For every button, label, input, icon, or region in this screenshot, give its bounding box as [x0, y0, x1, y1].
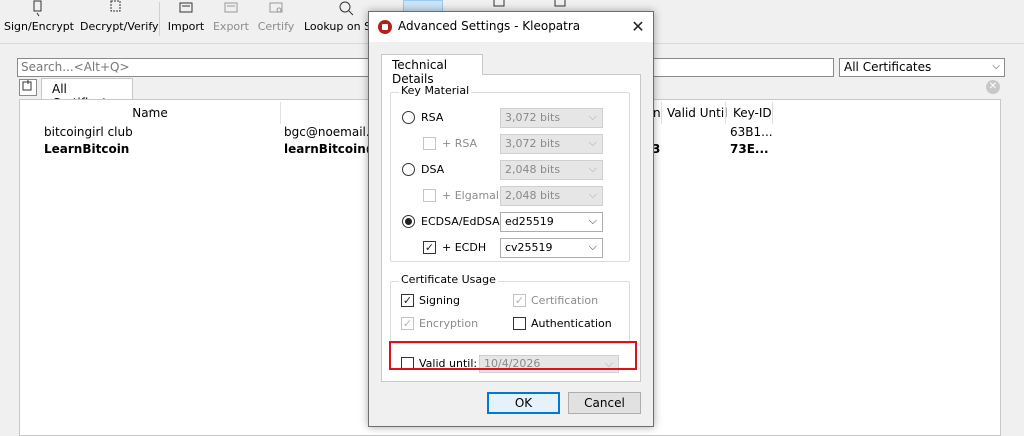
signing-checkbox[interactable]: ✓ [401, 294, 414, 307]
new-tab-icon [22, 80, 32, 91]
encryption-checkbox[interactable]: ✓ [401, 317, 414, 330]
dsa-label: DSA [421, 163, 445, 176]
certify-label: Certify [257, 20, 295, 33]
column-separator [772, 102, 773, 124]
plus-elgamal-checkbox[interactable] [423, 189, 436, 202]
dsa-radio[interactable] [402, 163, 415, 176]
dialog-titlebar: Advanced Settings - Kleopatra ✕ [369, 12, 653, 42]
chevron-down-icon: ⌵ [588, 240, 597, 253]
chevron-down-icon: ⌵ [588, 162, 597, 175]
plus-rsa-label: + RSA [442, 137, 478, 150]
rsa-bits-value: 3,072 bits [505, 111, 561, 124]
decrypt-verify-label: Decrypt/Verify [80, 20, 159, 33]
column-header-valid-from[interactable]: n [653, 102, 661, 124]
plus-rsa-bits-select[interactable]: 3,072 bits ⌵ [500, 134, 603, 154]
close-icon[interactable]: ✕ [627, 16, 649, 38]
authentication-checkbox[interactable] [513, 317, 526, 330]
elgamal-bits-value: 2,048 bits [505, 189, 561, 202]
column-header-name[interactable]: ︿ Name [20, 102, 280, 124]
dsa-bits-select[interactable]: 2,048 bits ⌵ [500, 160, 603, 180]
authentication-label: Authentication [531, 317, 612, 330]
sign-encrypt-label: Sign/Encrypt [4, 20, 74, 33]
technical-details-pane: Key Material RSA 3,072 bits ⌵ + RSA 3,07… [381, 74, 641, 382]
export-label: Export [212, 20, 249, 33]
certificate-usage-group: Certificate Usage ✓ Signing ✓ Certificat… [390, 273, 630, 344]
lookup-on-server-button[interactable]: Lookup on Se [304, 0, 370, 40]
sign-encrypt-icon [33, 0, 42, 17]
chevron-down-icon: ⌵ [992, 61, 1000, 72]
ecdsa-eddsa-radio[interactable] [402, 215, 415, 228]
tab-technical-details[interactable]: Technical Details [381, 54, 483, 86]
certification-label: Certification [531, 294, 599, 307]
row-1-key-id[interactable]: 63B1... [730, 125, 773, 139]
certify-icon [269, 2, 283, 13]
rsa-label: RSA [421, 111, 444, 124]
row-2-key-id[interactable]: 73E... [730, 142, 769, 156]
valid-until-highlight-box [389, 341, 637, 370]
cancel-button[interactable]: Cancel [568, 392, 641, 414]
row-2-email[interactable]: learnBitcoin@d [284, 142, 374, 156]
chevron-down-icon: ⌵ [588, 214, 597, 227]
ecdsa-eddsa-label: ECDSA/EdDSA [421, 215, 500, 228]
dsa-bits-value: 2,048 bits [505, 163, 561, 176]
column-separator [725, 102, 726, 124]
sign-encrypt-button[interactable]: Sign/Encrypt [4, 0, 74, 40]
chevron-down-icon: ⌵ [588, 188, 597, 201]
rsa-bits-select[interactable]: 3,072 bits ⌵ [500, 108, 603, 128]
rsa-radio[interactable] [402, 111, 415, 124]
column-header-valid-until[interactable]: Valid Until [667, 102, 728, 124]
row-1-email[interactable]: bgc@noemail.co [284, 125, 374, 139]
import-label: Import [167, 20, 205, 33]
certificate-filter-select[interactable]: All Certificates ⌵ [839, 58, 1005, 77]
close-tab-icon[interactable]: ✕ [986, 80, 1000, 94]
column-separator [280, 102, 281, 124]
decrypt-verify-icon [110, 0, 121, 12]
chevron-down-icon: ⌵ [588, 110, 597, 123]
certificate-usage-title: Certificate Usage [399, 273, 498, 286]
import-icon [179, 2, 193, 13]
ok-button[interactable]: OK [487, 392, 560, 414]
plus-rsa-checkbox[interactable] [423, 137, 436, 150]
new-tab-button[interactable] [19, 79, 37, 96]
import-button[interactable]: Import [166, 0, 206, 40]
search-icon [339, 1, 354, 16]
ecdh-curve-select[interactable]: cv25519 ⌵ [500, 238, 603, 258]
dialog-title: Advanced Settings - Kleopatra [398, 19, 581, 33]
plus-ecdh-checkbox[interactable]: ✓ [423, 241, 436, 254]
column-separator [661, 102, 662, 124]
row-1-name[interactable]: bitcoingirl club [44, 125, 133, 139]
sort-ascending-icon: ︿ [148, 104, 156, 113]
certify-button[interactable]: Certify [256, 0, 296, 40]
plus-ecdh-label: + ECDH [442, 241, 487, 254]
tab-all-certificates[interactable]: All Certificates [41, 78, 133, 110]
chevron-down-icon: ⌵ [588, 136, 597, 149]
encryption-label: Encryption [419, 317, 479, 330]
signing-label: Signing [419, 294, 461, 307]
certification-checkbox[interactable]: ✓ [513, 294, 526, 307]
plus-elgamal-label: + Elgamal [442, 189, 499, 202]
clipboard-icon [554, 0, 566, 7]
document-icon [493, 0, 505, 7]
export-button[interactable]: Export [211, 0, 251, 40]
lookup-label: Lookup on Se [304, 20, 370, 33]
kleopatra-app-icon [378, 20, 392, 34]
plus-rsa-bits-value: 3,072 bits [505, 137, 561, 150]
toolbar-separator [159, 2, 160, 36]
column-header-key-id[interactable]: Key-ID [733, 102, 772, 124]
export-icon [224, 2, 238, 13]
row-2-name[interactable]: LearnBitcoin [44, 142, 129, 156]
decrypt-verify-button[interactable]: Decrypt/Verify [80, 0, 159, 40]
key-material-group: Key Material RSA 3,072 bits ⌵ + RSA 3,07… [390, 84, 630, 262]
filter-selected-value: All Certificates [844, 60, 932, 74]
ecdsa-curve-value: ed25519 [505, 215, 554, 228]
elgamal-bits-select[interactable]: 2,048 bits ⌵ [500, 186, 603, 206]
ecdsa-curve-select[interactable]: ed25519 ⌵ [500, 212, 603, 232]
ecdh-curve-value: cv25519 [505, 241, 553, 254]
